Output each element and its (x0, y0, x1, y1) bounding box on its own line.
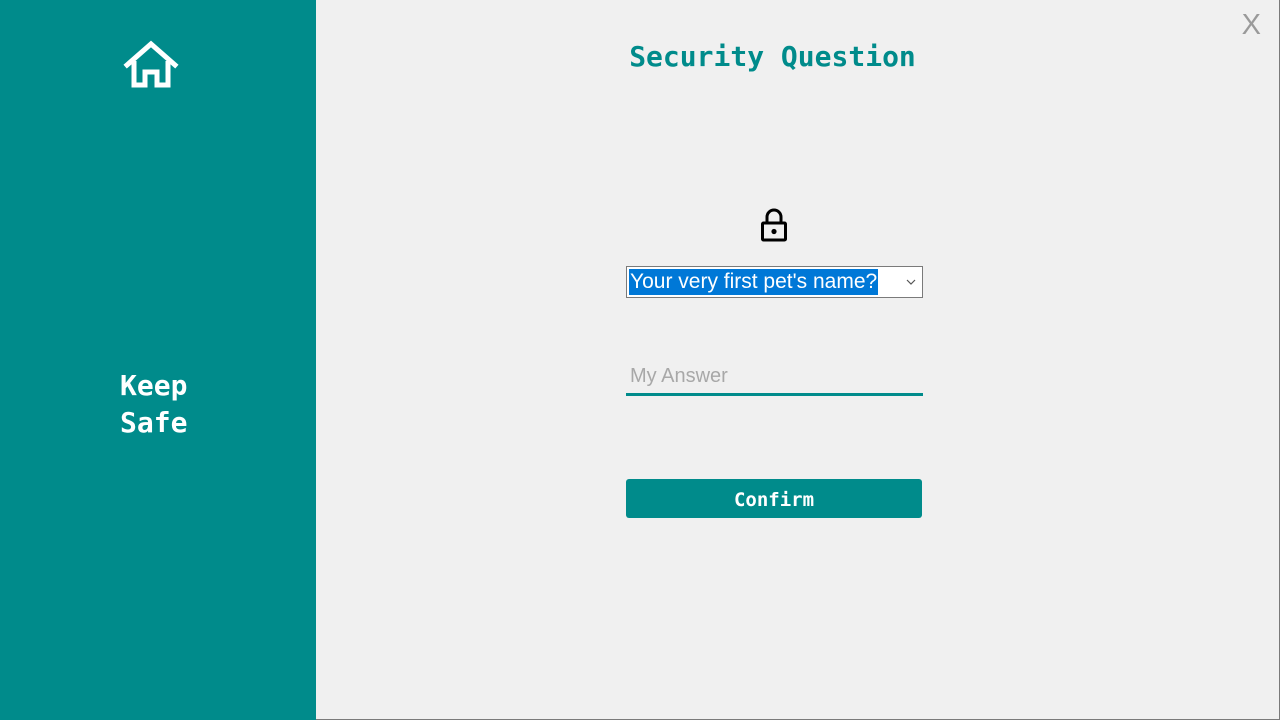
home-icon[interactable] (123, 40, 179, 90)
main-panel: X Security Question Your very first pet'… (316, 0, 1280, 720)
page-title: Security Question (629, 40, 916, 73)
brand-line-1: Keep (120, 369, 188, 402)
chevron-down-icon (906, 279, 916, 285)
close-button[interactable]: X (1242, 8, 1261, 42)
lock-icon (761, 208, 787, 242)
confirm-button[interactable]: Confirm (626, 479, 922, 518)
security-question-selected: Your very first pet's name? (629, 269, 879, 295)
answer-input[interactable] (626, 360, 923, 396)
brand-name: Keep Safe (120, 367, 280, 441)
sidebar: Keep Safe (0, 0, 316, 720)
brand-line-2: Safe (120, 406, 188, 439)
security-question-select[interactable]: Your very first pet's name? (626, 266, 923, 298)
